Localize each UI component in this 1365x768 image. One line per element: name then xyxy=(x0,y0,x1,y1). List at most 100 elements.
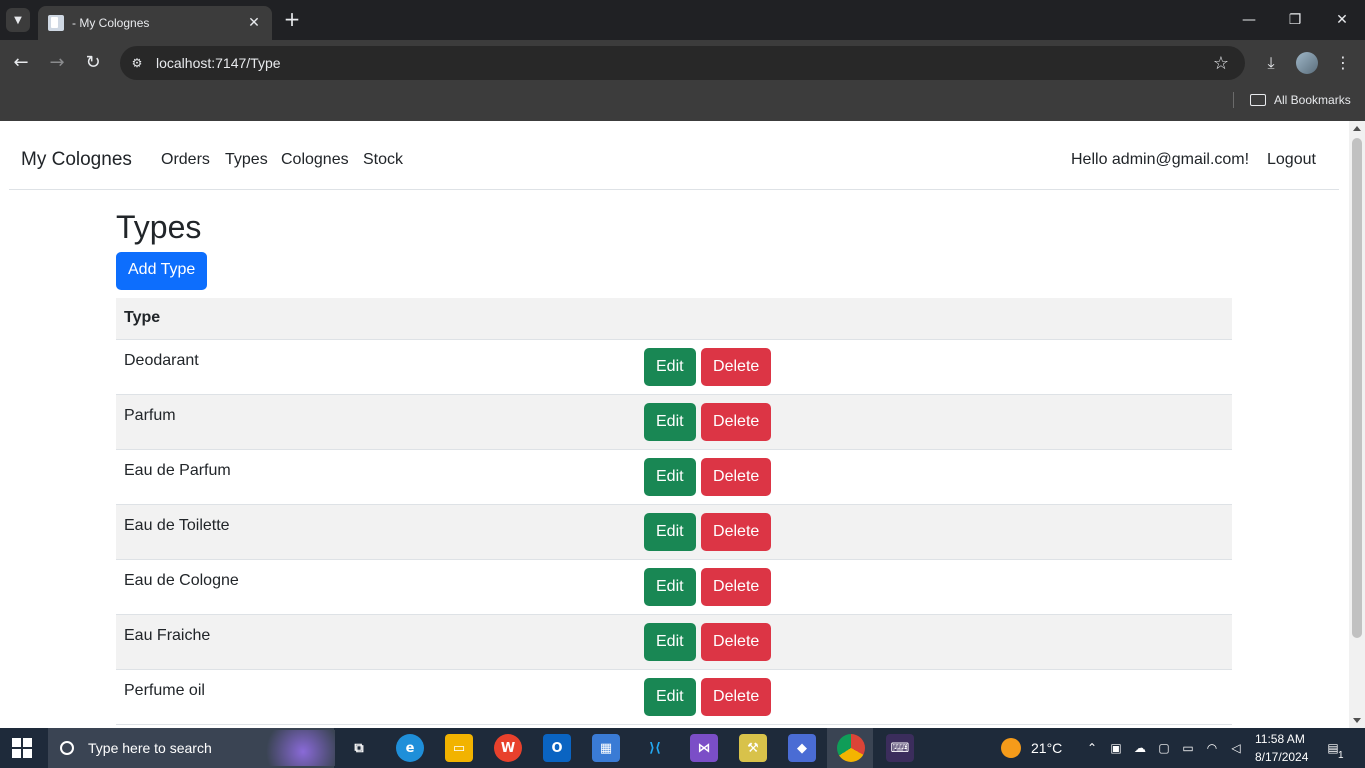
wps-office-icon[interactable]: W xyxy=(494,734,522,762)
edit-button[interactable]: Edit xyxy=(644,512,696,551)
table-row: Eau de Parfum Edit Delete xyxy=(116,449,1232,504)
terminal-icon[interactable]: ⌨ xyxy=(886,734,914,762)
delete-button[interactable]: Delete xyxy=(701,347,772,386)
browser-toolbar: ← → ↻ ⚙ localhost:7147/Type ☆ ⤓ ⋮ xyxy=(0,40,1365,86)
main-container: Types Add Type Type Deodarant Edit Delet… xyxy=(116,207,1232,725)
delete-button[interactable]: Delete xyxy=(701,402,772,441)
volume-icon[interactable]: ◁ xyxy=(1228,740,1244,756)
url-text[interactable]: localhost:7147/Type xyxy=(156,55,1209,71)
type-name: Eau de Parfum xyxy=(124,461,231,479)
taskbar-search-placeholder: Type here to search xyxy=(88,740,212,756)
row-actions: Edit Delete xyxy=(636,449,1232,504)
add-type-button[interactable]: Add Type xyxy=(116,252,208,290)
microsoft-store-icon[interactable]: ▦ xyxy=(592,734,620,762)
type-name: Eau de Toilette xyxy=(124,516,230,534)
wifi-icon[interactable]: ◠ xyxy=(1204,740,1220,756)
folder-icon xyxy=(1250,94,1266,106)
page-viewport: My Colognes Orders Types Colognes Stock … xyxy=(0,121,1349,728)
edit-button[interactable]: Edit xyxy=(644,677,696,716)
table-row: Deodarant Edit Delete xyxy=(116,339,1232,394)
app-icon[interactable]: ◆ xyxy=(788,734,816,762)
delete-button[interactable]: Delete xyxy=(701,457,772,496)
windows-taskbar: Type here to search ⧉ e ▭ W O ▦ ⟩⟨ ⋈ ⚒ ◆… xyxy=(0,728,1365,768)
edit-button[interactable]: Edit xyxy=(644,567,696,606)
edit-button[interactable]: Edit xyxy=(644,347,696,386)
edge-icon[interactable]: e xyxy=(396,734,424,762)
nav-link-orders[interactable]: Orders xyxy=(161,151,210,169)
back-icon[interactable]: ← xyxy=(9,51,33,75)
page-scrollbar[interactable] xyxy=(1349,121,1365,728)
vscode-icon[interactable]: ⟩⟨ xyxy=(641,734,669,762)
edit-button[interactable]: Edit xyxy=(644,457,696,496)
row-actions: Edit Delete xyxy=(636,559,1232,614)
site-navbar: My Colognes Orders Types Colognes Stock … xyxy=(9,121,1339,190)
address-bar[interactable]: ⚙ localhost:7147/Type ☆ xyxy=(120,46,1245,80)
browser-tab[interactable]: - My Colognes ✕ xyxy=(38,6,272,40)
developer-tool-icon[interactable]: ⚒ xyxy=(739,734,767,762)
page-favicon-icon xyxy=(48,15,64,31)
weather-icon[interactable] xyxy=(1001,738,1021,758)
close-window-icon[interactable]: ✕ xyxy=(1330,8,1354,32)
type-name: Eau de Cologne xyxy=(124,571,239,589)
delete-button[interactable]: Delete xyxy=(701,622,772,661)
search-icon xyxy=(60,741,74,755)
delete-button[interactable]: Delete xyxy=(701,567,772,606)
close-tab-icon[interactable]: ✕ xyxy=(242,15,266,31)
delete-button[interactable]: Delete xyxy=(701,512,772,551)
scroll-down-arrow-icon[interactable] xyxy=(1353,718,1361,723)
forward-icon[interactable]: → xyxy=(45,51,69,75)
page-title: Types xyxy=(116,209,202,245)
edit-button[interactable]: Edit xyxy=(644,622,696,661)
table-row: Perfume oil Edit Delete xyxy=(116,669,1232,724)
edit-button[interactable]: Edit xyxy=(644,402,696,441)
battery-icon[interactable]: ▭ xyxy=(1180,740,1196,756)
table-header-row: Type xyxy=(116,298,1232,340)
chevron-up-icon[interactable]: ⌃ xyxy=(1084,740,1100,756)
clock-date[interactable]: 8/17/2024 xyxy=(1255,750,1308,764)
minimize-icon[interactable]: — xyxy=(1237,8,1261,32)
profile-avatar[interactable] xyxy=(1296,52,1318,74)
tab-search-icon[interactable]: ▼ xyxy=(6,8,30,32)
row-actions: Edit Delete xyxy=(636,394,1232,449)
chrome-icon[interactable] xyxy=(837,734,865,762)
device-icon[interactable]: ▣ xyxy=(1108,740,1124,756)
outlook-icon[interactable]: O xyxy=(543,734,571,762)
visual-studio-icon[interactable]: ⋈ xyxy=(690,734,718,762)
download-icon[interactable]: ⤓ xyxy=(1259,51,1283,75)
delete-button[interactable]: Delete xyxy=(701,677,772,716)
scroll-up-arrow-icon[interactable] xyxy=(1353,126,1361,131)
tab-title: - My Colognes xyxy=(72,16,150,30)
types-table: Type Deodarant Edit Delete Parfum Edit D… xyxy=(116,298,1232,725)
type-name: Deodarant xyxy=(124,351,199,369)
table-row: Eau Fraiche Edit Delete xyxy=(116,614,1232,669)
brand-link[interactable]: My Colognes xyxy=(21,149,132,171)
browser-tabstrip: ▼ - My Colognes ✕ + — ❐ ✕ xyxy=(0,0,1365,40)
all-bookmarks-button[interactable]: All Bookmarks xyxy=(1250,91,1351,109)
type-name: Parfum xyxy=(124,406,176,424)
nav-link-stock[interactable]: Stock xyxy=(363,151,403,169)
file-explorer-icon[interactable]: ▭ xyxy=(445,734,473,762)
row-actions: Edit Delete xyxy=(636,669,1232,724)
type-column-header: Type xyxy=(116,298,1232,340)
site-info-icon[interactable]: ⚙ xyxy=(128,54,146,72)
windows-start-icon[interactable] xyxy=(12,738,32,758)
weather-temperature[interactable]: 21°C xyxy=(1031,740,1062,756)
restore-icon[interactable]: ❐ xyxy=(1283,8,1307,32)
menu-icon[interactable]: ⋮ xyxy=(1331,51,1355,75)
bookmarks-divider xyxy=(1233,92,1234,108)
user-greeting[interactable]: Hello admin@gmail.com! xyxy=(1071,151,1249,169)
logout-link[interactable]: Logout xyxy=(1267,151,1316,169)
row-actions: Edit Delete xyxy=(636,614,1232,669)
bookmarks-bar: All Bookmarks xyxy=(0,86,1365,121)
nav-link-types[interactable]: Types xyxy=(225,151,268,169)
new-tab-icon[interactable]: + xyxy=(280,8,304,32)
search-highlight-art xyxy=(255,730,335,766)
clock-time[interactable]: 11:58 AM xyxy=(1255,732,1305,746)
scroll-thumb[interactable] xyxy=(1352,138,1362,638)
cloud-icon[interactable]: ☁ xyxy=(1132,740,1148,756)
task-view-icon[interactable]: ⧉ xyxy=(345,734,373,762)
nav-link-colognes[interactable]: Colognes xyxy=(281,151,349,169)
bookmark-star-icon[interactable]: ☆ xyxy=(1209,53,1233,74)
reload-icon[interactable]: ↻ xyxy=(81,51,105,75)
meet-now-icon[interactable]: ▢ xyxy=(1156,740,1172,756)
